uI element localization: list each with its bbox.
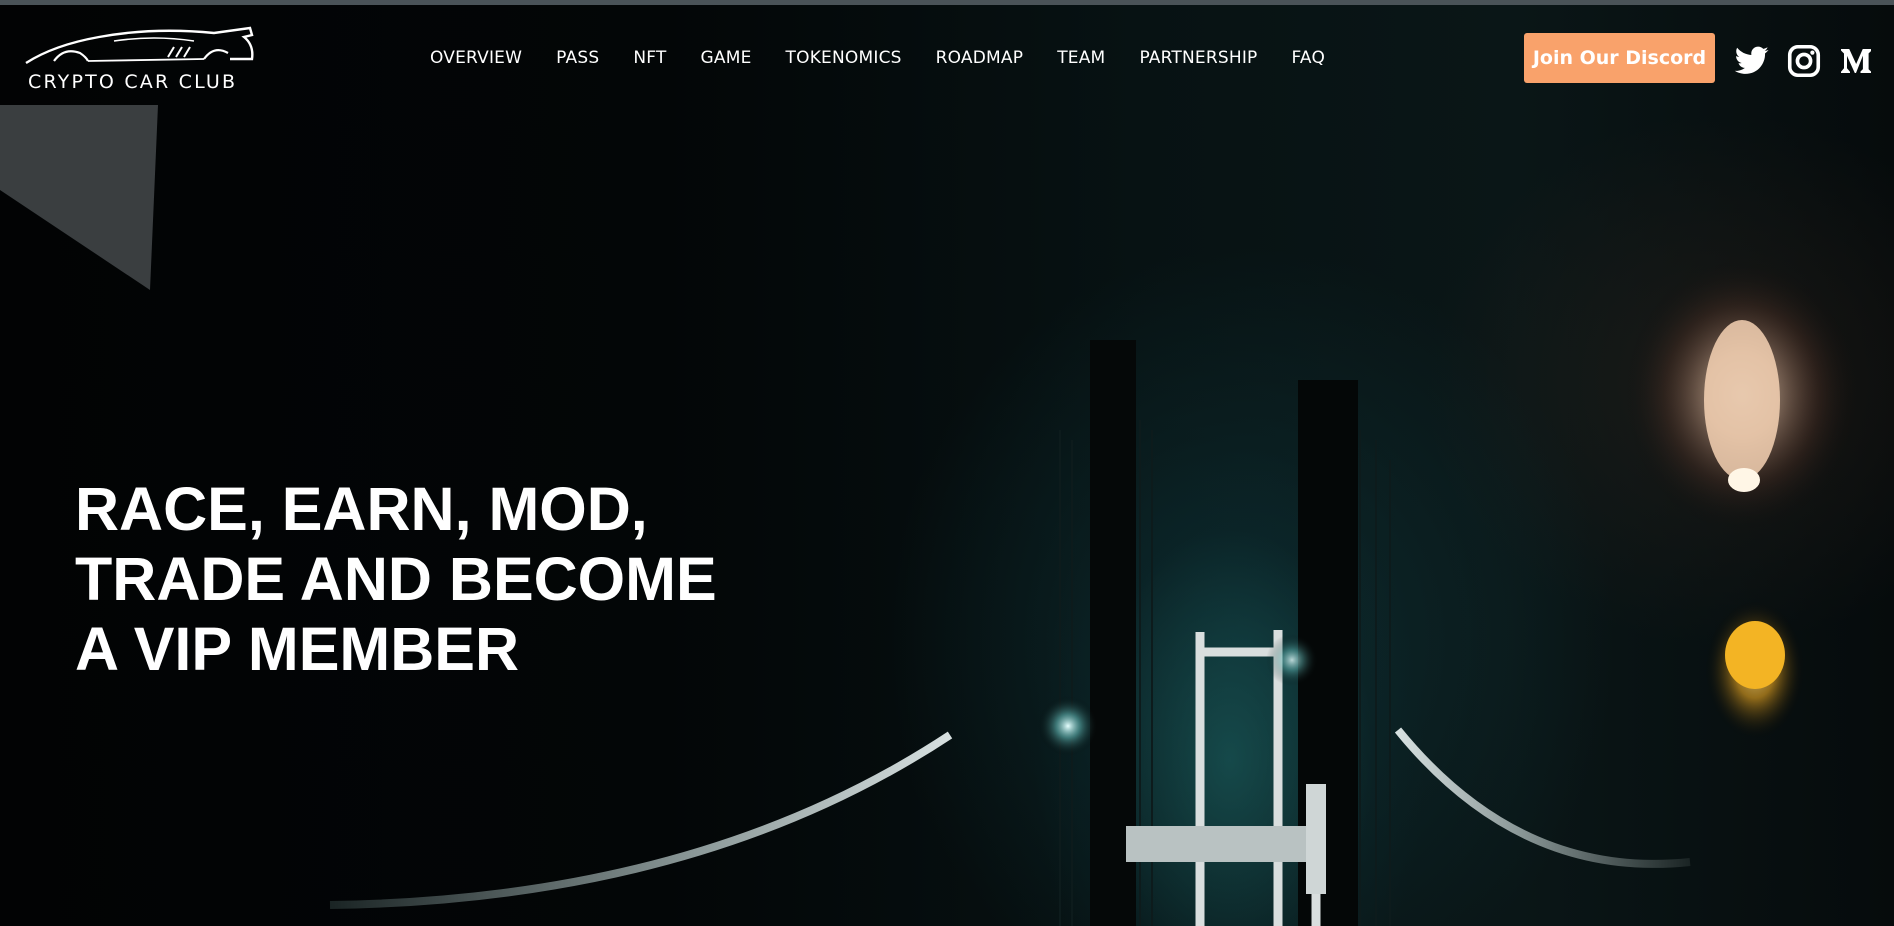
nav-link-pass[interactable]: PASS	[556, 48, 599, 68]
shadow-wedge	[0, 105, 158, 290]
medium-icon[interactable]	[1838, 43, 1874, 79]
bridge-illustration	[0, 105, 1862, 926]
teal-lamp	[1038, 696, 1098, 756]
nav-link-team[interactable]: TEAM	[1057, 48, 1105, 68]
nav-links: OVERVIEW PASS NFT GAME TOKENOMICS ROADMA…	[430, 43, 1325, 73]
hero-headline: RACE, EARN, MOD, TRADE AND BECOME A VIP …	[75, 474, 795, 684]
warm-lamp	[1704, 320, 1780, 480]
instagram-icon[interactable]	[1786, 43, 1822, 79]
logo-text: CRYPTO CAR CLUB	[28, 71, 238, 93]
nav-link-nft[interactable]: NFT	[633, 48, 666, 68]
logo[interactable]: CRYPTO CAR CLUB	[24, 23, 264, 93]
nav-link-faq[interactable]: FAQ	[1292, 48, 1326, 68]
nav-link-partnership[interactable]: PARTNERSHIP	[1139, 48, 1257, 68]
car-logo-icon	[25, 26, 254, 65]
left-cable	[329, 731, 953, 909]
nav-link-overview[interactable]: OVERVIEW	[430, 48, 522, 68]
nav-link-tokenomics[interactable]: TOKENOMICS	[786, 48, 902, 68]
nav-link-game[interactable]: GAME	[701, 48, 752, 68]
join-discord-button[interactable]: Join Our Discord	[1524, 33, 1715, 83]
twitter-icon[interactable]	[1734, 43, 1770, 79]
nav-link-roadmap[interactable]: ROADMAP	[936, 48, 1024, 68]
headline-line-1: RACE, EARN, MOD,	[75, 475, 648, 543]
right-cable	[1394, 727, 1691, 868]
page: CRYPTO CAR CLUB OVERVIEW PASS NFT GAME T…	[0, 0, 1894, 926]
headline-line-3: A VIP MEMBER	[75, 615, 520, 683]
headline-line-2: TRADE AND BECOME	[75, 545, 717, 613]
bridge-deck	[1126, 826, 1322, 862]
hero-background	[0, 0, 1894, 926]
navbar: CRYPTO CAR CLUB OVERVIEW PASS NFT GAME T…	[0, 5, 1894, 105]
